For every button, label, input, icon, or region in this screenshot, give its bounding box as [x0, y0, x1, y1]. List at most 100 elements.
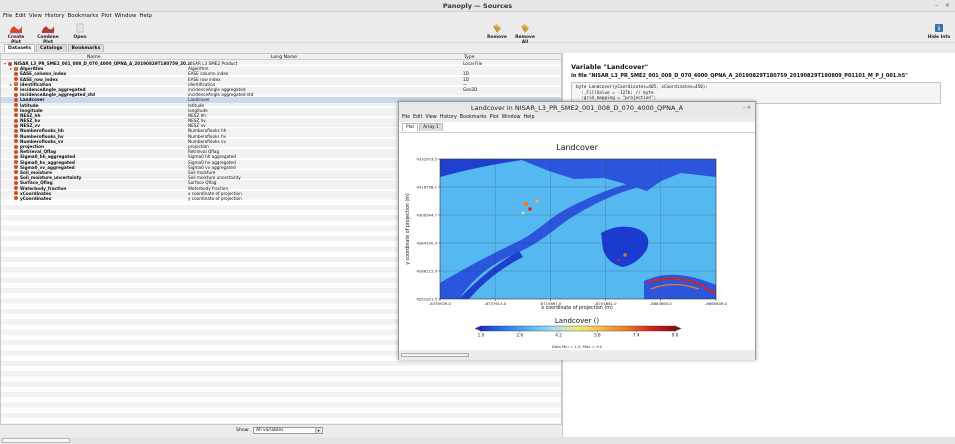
tab-datasets[interactable]: Datasets	[4, 44, 35, 52]
menu-help[interactable]: Help	[139, 12, 152, 21]
variable-icon	[14, 118, 18, 123]
plot-menu-history[interactable]: History	[440, 114, 457, 122]
map-image	[440, 159, 716, 299]
hide-info-label: Hide Info	[927, 35, 951, 40]
minimize-button[interactable]: –	[935, 2, 938, 9]
variable-icon	[14, 139, 18, 144]
plot-scrollbar[interactable]	[401, 353, 469, 357]
urban-patch-6	[617, 258, 621, 262]
colorbar-tick-label: 5.8	[594, 333, 601, 338]
row-long-name: y coordinate of projection	[188, 195, 242, 201]
menu-history[interactable]: History	[45, 12, 65, 21]
variable-icon	[14, 149, 18, 154]
plot-area: Landcover 4332973.5 4316758.1 4300544.7 …	[399, 132, 755, 350]
plot-window[interactable]: Landcover in NISAR_L3_PR_SME2_001_008_D_…	[398, 101, 756, 360]
remove-label: Remove	[487, 35, 507, 40]
tab-plot[interactable]: Plot	[402, 123, 419, 131]
create-plot-button[interactable]: Create Plot	[4, 23, 28, 45]
menu-bookmarks[interactable]: Bookmarks	[68, 12, 99, 21]
tab-catalogs[interactable]: Catalogs	[36, 44, 67, 52]
plot-menu-file[interactable]: File	[402, 114, 410, 122]
variable-icon	[14, 87, 18, 92]
plot-window-title-text: Landcover in NISAR_L3_PR_SME2_001_008_D_…	[470, 104, 684, 112]
plot-menu-help[interactable]: Help	[524, 114, 535, 122]
menu-view[interactable]: View	[29, 12, 42, 21]
tab-array[interactable]: Array 1	[419, 123, 443, 131]
remove-button[interactable]: Remove	[487, 23, 507, 40]
plot-menu-plot[interactable]: Plot	[490, 114, 499, 122]
plot-menu-window[interactable]: Window	[502, 114, 521, 122]
window-title: Panoply — Sources	[442, 2, 513, 10]
landcover-plot: Landcover 4332973.54316758.14300544.7428…	[405, 143, 728, 349]
toolbar: Create Plot Combine Plot Open Remove Rem…	[0, 21, 955, 45]
data-range-footer: Data Min = 1.0, Max = 9.0	[552, 344, 603, 349]
variable-icon	[14, 154, 18, 159]
plot-window-controls[interactable]: – ×	[743, 102, 751, 114]
variable-icon	[14, 191, 18, 196]
open-label: Open	[73, 35, 87, 40]
colorbar-under-arrow	[474, 325, 482, 332]
variable-icon	[14, 123, 18, 128]
menu-plot[interactable]: Plot	[101, 12, 111, 21]
variable-icon	[14, 92, 18, 97]
header-long-name[interactable]: Long Name	[271, 55, 297, 60]
menu-window[interactable]: Window	[115, 12, 137, 21]
urban-patch-2	[528, 207, 532, 211]
show-select[interactable]: All variables ▾	[253, 427, 323, 434]
variable-icon	[14, 103, 18, 107]
folder-icon	[14, 82, 18, 87]
y-axis-label: y coordinate of projection (m)	[405, 193, 411, 265]
colorbar-title: Landcover ()	[555, 317, 599, 325]
variable-icon	[14, 170, 18, 175]
x-tick-label: -8683865.0	[650, 301, 672, 306]
header-type[interactable]: Type	[464, 55, 475, 60]
plot-menu-bookmarks[interactable]: Bookmarks	[460, 114, 487, 122]
show-select-value: All variables	[256, 428, 284, 433]
svg-text:i: i	[938, 26, 940, 33]
colorbar-tick-label: 1.0	[478, 333, 485, 338]
y-tick-label: 4332973.5	[416, 156, 437, 161]
status-bar	[0, 437, 955, 444]
tab-bookmarks[interactable]: Bookmarks	[67, 44, 105, 52]
variable-icon	[14, 134, 18, 139]
colorbar-over-arrow	[674, 325, 682, 332]
x-tick-label: -8755929.0	[429, 301, 451, 306]
hide-info-button[interactable]: i Hide Info	[927, 23, 951, 40]
colorbar-tick-label: 9.0	[672, 333, 679, 338]
variable-icon	[14, 71, 18, 76]
info-icon: i	[935, 24, 943, 33]
open-button[interactable]: Open	[72, 23, 88, 40]
plot-window-title[interactable]: Landcover in NISAR_L3_PR_SME2_001_008_D_…	[399, 102, 755, 114]
variable-icon	[14, 160, 18, 165]
colorbar	[474, 325, 682, 332]
close-button[interactable]: ×	[945, 2, 950, 9]
menu-edit[interactable]: Edit	[15, 12, 26, 21]
remove-all-button[interactable]: Remove All	[512, 23, 538, 45]
variable-icon	[14, 196, 18, 201]
chevron-down-icon[interactable]: ▾	[315, 428, 321, 433]
variable-file: In file "NISAR_L3_PR_SME2_001_008_D_070_…	[571, 73, 908, 79]
plot-menu-view[interactable]: View	[425, 114, 436, 122]
plot-window-statusbar	[399, 350, 755, 360]
variable-icon	[14, 108, 18, 113]
variable-icon	[14, 165, 18, 170]
menu-file[interactable]: File	[3, 12, 12, 21]
show-label: Show:	[236, 428, 250, 433]
y-tick-label: 4268115.9	[416, 268, 437, 273]
variable-icon	[14, 77, 18, 82]
window-titlebar: Panoply — Sources – ×	[0, 0, 955, 12]
urban-patch-1	[523, 201, 529, 207]
plot-menu-edit[interactable]: Edit	[413, 114, 422, 122]
urban-patch-5	[623, 253, 627, 257]
row-name-text: yCoordinates	[20, 195, 52, 201]
remove-all-icon	[521, 24, 529, 33]
remove-all-label: Remove All	[515, 35, 535, 45]
x-tick-label: -8665849.0	[705, 301, 727, 306]
remove-icon	[493, 24, 501, 33]
combine-plot-button[interactable]: Combine Plot	[34, 23, 62, 45]
y-tick-label: 4316758.1	[416, 184, 437, 189]
header-name[interactable]: Name	[87, 55, 101, 60]
table-header: Name Long Name Type	[1, 54, 561, 60]
status-field	[2, 438, 70, 443]
colorbar-ticks: 1.0 2.6 4.2 5.8 7.4 9.0	[478, 331, 679, 338]
